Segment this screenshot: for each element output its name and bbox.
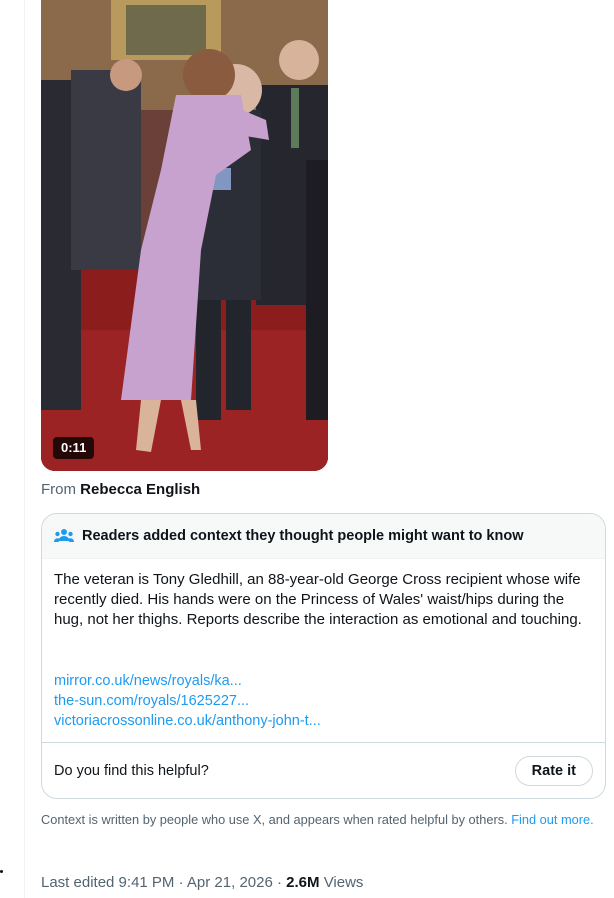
note-source-link-3[interactable]: victoriacrossonline.co.uk/anthony-john-t… — [54, 711, 321, 731]
community-note-links: mirror.co.uk/news/royals/ka... the-sun.c… — [54, 671, 321, 731]
community-note-title: Readers added context they thought peopl… — [82, 528, 524, 544]
find-out-more-link[interactable]: Find out more. — [511, 812, 594, 827]
community-note-card: Readers added context they thought peopl… — [41, 513, 606, 799]
context-disclaimer: Context is written by people who use X, … — [41, 811, 601, 828]
video-source-author[interactable]: Rebecca English — [80, 481, 200, 498]
note-source-link-2[interactable]: the-sun.com/royals/1625227... — [54, 691, 321, 711]
community-note-header: Readers added context they thought peopl… — [42, 514, 605, 559]
video-frame — [41, 0, 328, 471]
video-source: From Rebecca English — [41, 481, 200, 498]
note-divider — [42, 742, 605, 743]
note-source-link-1[interactable]: mirror.co.uk/news/royals/ka... — [54, 671, 321, 691]
helpful-question: Do you find this helpful? — [54, 763, 209, 779]
left-column-rule — [24, 0, 25, 898]
rate-it-button[interactable]: Rate it — [514, 756, 593, 786]
views-label: Views — [323, 874, 364, 891]
people-icon — [54, 529, 74, 542]
video-source-prefix: From — [41, 481, 76, 498]
views-count: 2.6M — [286, 874, 320, 891]
last-edited-timestamp[interactable]: Last edited 9:41 PM · Apr 21, 2026 · — [41, 874, 282, 891]
left-edge-dot — [0, 870, 3, 873]
context-disclaimer-text: Context is written by people who use X, … — [41, 812, 508, 827]
video-duration-badge: 0:11 — [53, 437, 95, 459]
community-note-body: The veteran is Tony Gledhill, an 88-year… — [54, 571, 582, 628]
post-meta: Last edited 9:41 PM · Apr 21, 2026 · 2.6… — [41, 874, 363, 891]
video-player[interactable]: 0:11 — [41, 0, 328, 471]
